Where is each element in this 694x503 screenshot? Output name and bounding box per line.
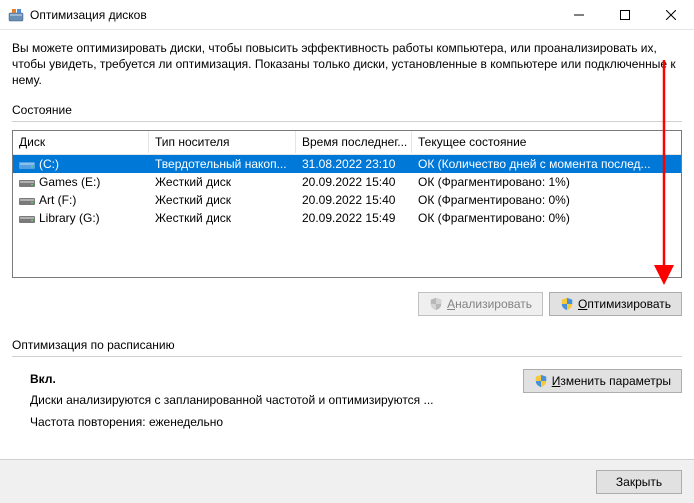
drive-icon — [19, 194, 35, 206]
optimize-button[interactable]: Оптимизировать — [549, 292, 682, 316]
bottom-bar: Закрыть — [0, 459, 694, 503]
disk-name: Art (F:) — [39, 193, 76, 207]
shield-icon — [560, 297, 574, 311]
last-run: 20.09.2022 15:40 — [296, 193, 412, 207]
current-state: ОК (Фрагментировано: 1%) — [412, 175, 681, 189]
col-state[interactable]: Текущее состояние — [412, 131, 681, 153]
optimize-label: птимизировать — [587, 297, 671, 311]
drives-table: Диск Тип носителя Время последнег... Тек… — [12, 130, 682, 278]
analyze-label-u: А — [447, 297, 455, 311]
window-title: Оптимизация дисков — [30, 8, 556, 22]
last-run: 20.09.2022 15:40 — [296, 175, 412, 189]
schedule-line1: Диски анализируются с запланированной ча… — [30, 390, 434, 412]
shield-icon — [534, 374, 548, 388]
current-state: ОК (Фрагментировано: 0%) — [412, 193, 681, 207]
table-body: (C:) Твердотельный накоп...31.08.2022 23:… — [13, 155, 681, 227]
analyze-button: Анализировать — [418, 292, 543, 316]
drive-icon — [19, 176, 35, 188]
analyze-label: нализировать — [455, 297, 532, 311]
col-disk[interactable]: Диск — [13, 131, 149, 153]
current-state: ОК (Количество дней с момента послед... — [412, 157, 681, 171]
last-run: 31.08.2022 23:10 — [296, 157, 412, 171]
col-media[interactable]: Тип носителя — [149, 131, 296, 153]
divider — [12, 121, 682, 122]
table-row[interactable]: (C:) Твердотельный накоп...31.08.2022 23:… — [13, 155, 681, 173]
maximize-button[interactable] — [602, 0, 648, 29]
table-row[interactable]: Library (G:) Жесткий диск20.09.2022 15:49… — [13, 209, 681, 227]
intro-text: Вы можете оптимизировать диски, чтобы по… — [12, 40, 682, 89]
close-button[interactable] — [648, 0, 694, 29]
table-row[interactable]: Games (E:) Жесткий диск20.09.2022 15:40ОК… — [13, 173, 681, 191]
change-label: зменить параметры — [560, 374, 671, 388]
media-type: Твердотельный накоп... — [149, 157, 296, 171]
schedule-line2: Частота повторения: еженедельно — [30, 412, 434, 434]
disk-name: Library (G:) — [39, 211, 100, 225]
close-window-button[interactable]: Закрыть — [596, 470, 682, 494]
table-header[interactable]: Диск Тип носителя Время последнег... Тек… — [13, 131, 681, 155]
titlebar: Оптимизация дисков — [0, 0, 694, 30]
app-icon — [8, 7, 24, 23]
schedule-on: Вкл. — [30, 369, 434, 391]
window-controls — [556, 0, 694, 29]
disk-name: Games (E:) — [39, 175, 100, 189]
media-type: Жесткий диск — [149, 211, 296, 225]
media-type: Жесткий диск — [149, 193, 296, 207]
col-last[interactable]: Время последнег... — [296, 131, 412, 153]
divider — [12, 356, 682, 357]
change-settings-button[interactable]: Изменить параметры — [523, 369, 682, 393]
shield-icon — [429, 297, 443, 311]
table-row[interactable]: Art (F:) Жесткий диск20.09.2022 15:40ОК (… — [13, 191, 681, 209]
minimize-button[interactable] — [556, 0, 602, 29]
last-run: 20.09.2022 15:49 — [296, 211, 412, 225]
drive-icon — [19, 212, 35, 224]
current-state: ОК (Фрагментировано: 0%) — [412, 211, 681, 225]
schedule-title: Оптимизация по расписанию — [12, 338, 682, 352]
state-label: Состояние — [12, 103, 682, 117]
disk-name: (C:) — [39, 157, 59, 171]
drive-icon — [19, 158, 35, 170]
media-type: Жесткий диск — [149, 175, 296, 189]
